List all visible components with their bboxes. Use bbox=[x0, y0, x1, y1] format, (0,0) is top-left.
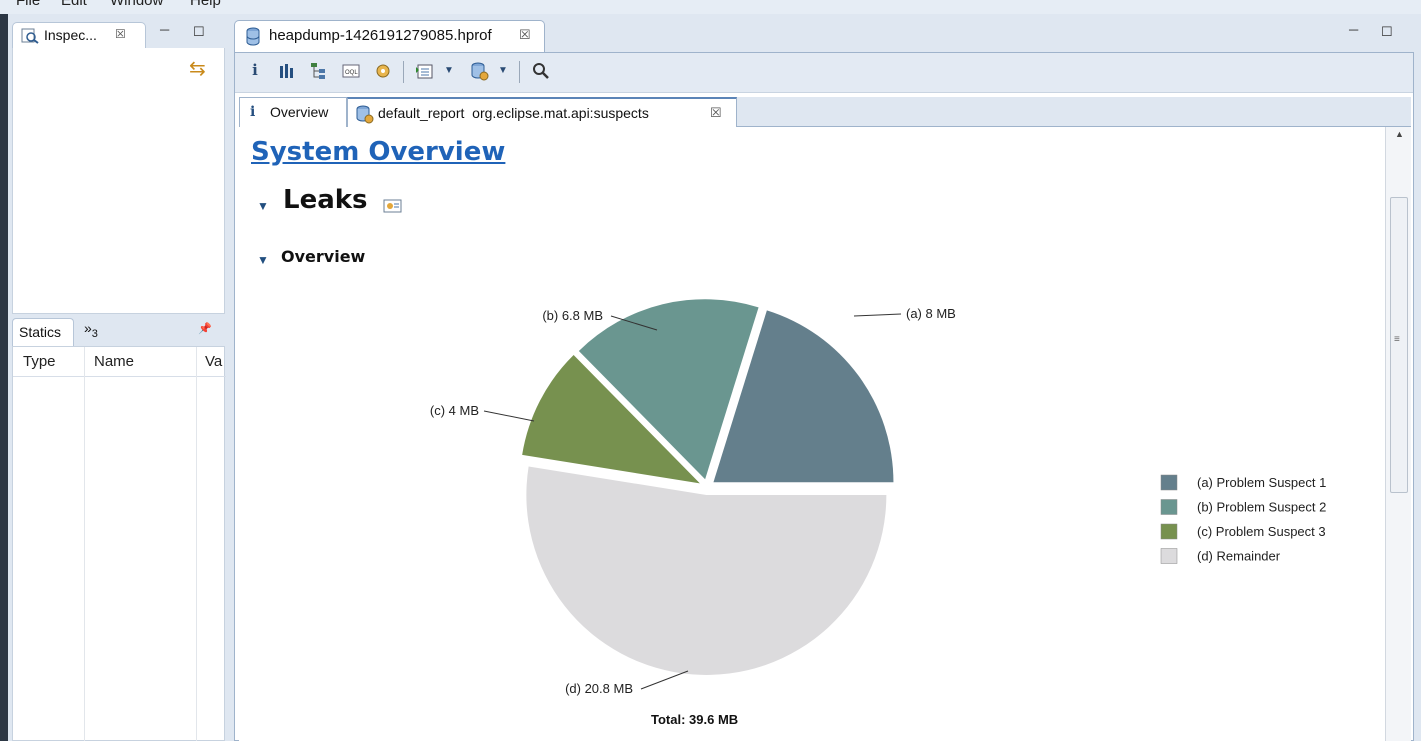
chevron-down-icon[interactable]: ▼ bbox=[439, 65, 459, 85]
tab-overview-label: Overview bbox=[270, 104, 329, 120]
scroll-up-icon[interactable]: ▲ bbox=[1395, 129, 1404, 139]
tab-default-report-label: default_report org.eclipse.mat.api:suspe… bbox=[378, 105, 649, 121]
info-icon: i bbox=[250, 104, 256, 120]
legend-swatch-c bbox=[1160, 523, 1178, 540]
heap-database-icon bbox=[246, 27, 260, 46]
minimize-icon[interactable]: ─ bbox=[160, 22, 169, 37]
slice-leader-line bbox=[853, 313, 902, 317]
pie-slice-d[interactable] bbox=[526, 466, 887, 675]
inspector-tab-label: Inspec... bbox=[44, 27, 97, 43]
menu-edit[interactable]: Edit bbox=[61, 0, 87, 9]
thread-icon[interactable] bbox=[373, 61, 393, 81]
statics-table: Type Name Va bbox=[12, 346, 226, 741]
query-browser-icon[interactable] bbox=[415, 61, 435, 81]
inspector-icon bbox=[21, 28, 39, 44]
tab-statics[interactable]: Statics bbox=[12, 318, 74, 346]
report-tabs: i Overview default_report org.eclipse.ma… bbox=[239, 97, 1411, 127]
svg-text:OQL: OQL bbox=[345, 70, 358, 76]
tab-overview[interactable]: i Overview bbox=[239, 97, 347, 127]
legend-swatch-b bbox=[1160, 499, 1178, 515]
minimize-icon[interactable]: ─ bbox=[1349, 22, 1358, 37]
pin-icon[interactable]: 📌 bbox=[198, 322, 212, 335]
report-icon[interactable] bbox=[469, 61, 489, 81]
slice-label-d: (d) 20.8 MB bbox=[565, 681, 633, 696]
overflow-icon[interactable]: »3 bbox=[84, 320, 98, 340]
legend-swatch-d bbox=[1160, 548, 1178, 564]
statics-tabbar: Statics »3 📌 bbox=[12, 318, 225, 346]
column-value[interactable]: Va bbox=[205, 353, 222, 370]
chevron-down-icon[interactable]: ▼ bbox=[493, 65, 513, 85]
report-content: System Overview ▼ Leaks ▼ Overview (a) 8… bbox=[239, 127, 1385, 741]
slice-leader-line bbox=[483, 410, 535, 422]
close-icon[interactable]: ☒ bbox=[710, 105, 722, 121]
tab-default-report[interactable]: default_report org.eclipse.mat.api:suspe… bbox=[347, 97, 737, 127]
editor-area: i OQL ▼ ▼ i Overview default_report org.… bbox=[234, 52, 1414, 741]
toolbar-separator bbox=[519, 61, 520, 83]
column-type[interactable]: Type bbox=[23, 353, 56, 370]
legend-swatch-a bbox=[1160, 474, 1178, 491]
slice-label-b: (b) 6.8 MB bbox=[542, 308, 603, 323]
menu-help[interactable]: Help bbox=[190, 0, 221, 9]
editor-tab-label: heapdump-1426191279085.hprof bbox=[269, 27, 492, 44]
legend-label-a: (a) Problem Suspect 1 bbox=[1197, 475, 1326, 490]
scrollbar-thumb[interactable]: ≡ bbox=[1390, 197, 1408, 493]
close-icon[interactable]: ☒ bbox=[115, 27, 126, 41]
info-icon[interactable]: i bbox=[245, 61, 265, 81]
toolbar-separator bbox=[403, 61, 404, 83]
search-icon[interactable] bbox=[531, 61, 551, 81]
dominator-tree-icon[interactable] bbox=[309, 61, 329, 81]
left-strip bbox=[0, 14, 8, 741]
close-icon[interactable]: ☒ bbox=[519, 27, 531, 43]
column-divider bbox=[84, 347, 85, 741]
statics-table-header: Type Name Va bbox=[13, 347, 226, 377]
oql-icon[interactable]: OQL bbox=[341, 61, 361, 81]
histogram-icon[interactable] bbox=[277, 61, 297, 81]
sync-icon[interactable]: ⇆ bbox=[189, 56, 206, 81]
editor-tab-heapdump[interactable]: heapdump-1426191279085.hprof ☒ bbox=[234, 20, 545, 52]
legend-label-d: (d) Remainder bbox=[1197, 549, 1281, 564]
menu-window[interactable]: Window bbox=[110, 0, 163, 9]
column-divider bbox=[196, 347, 197, 741]
vertical-scrollbar[interactable]: ▲ ≡ bbox=[1385, 127, 1411, 741]
editor-toolbar: i OQL ▼ ▼ bbox=[235, 53, 1413, 93]
slice-label-a: (a) 8 MB bbox=[906, 306, 956, 321]
legend-label-b: (b) Problem Suspect 2 bbox=[1197, 500, 1326, 515]
maximize-icon[interactable]: ☐ bbox=[193, 24, 205, 40]
report-icon bbox=[356, 105, 374, 124]
menu-file[interactable]: File bbox=[16, 0, 40, 9]
maximize-icon[interactable]: ☐ bbox=[1381, 24, 1393, 40]
inspector-panel: ⇆ bbox=[12, 48, 225, 314]
legend-label-c: (c) Problem Suspect 3 bbox=[1197, 524, 1326, 539]
slice-label-c: (c) 4 MB bbox=[430, 403, 479, 418]
menu-bar: File Edit Window Help bbox=[0, 0, 1421, 14]
pie-chart: (a) 8 MB (a) Problem Suspect 1 (b) 6.8 MB (… bbox=[430, 299, 1326, 727]
chart-total-label: Total: 39.6 MB bbox=[651, 712, 738, 727]
statics-tab-label: Statics bbox=[19, 324, 62, 340]
inspector-tab[interactable]: Inspec... ☒ bbox=[12, 22, 146, 48]
column-name[interactable]: Name bbox=[94, 353, 134, 370]
slice-leader-line bbox=[640, 670, 689, 690]
